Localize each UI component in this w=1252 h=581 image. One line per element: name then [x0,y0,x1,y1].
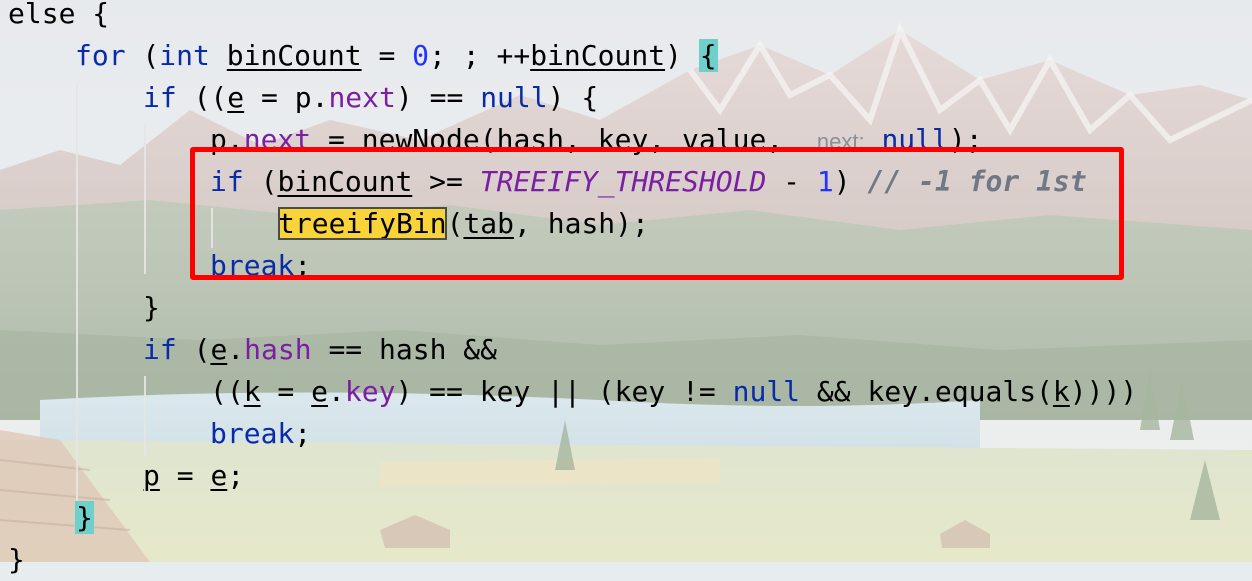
code-token: ) == key || (key != [395,375,733,408]
code-token: ( [446,207,464,240]
code-token: 1 [816,165,834,198]
code-token: e [311,375,329,408]
code-line-if-e-null[interactable]: if ((e = p.next) == null) { [143,77,598,119]
code-token: { [698,39,718,72]
code-token: tab [463,207,515,240]
code-token: == hash && [311,333,498,366]
code-token: } [8,543,25,576]
code-token: null [881,123,949,156]
code-token: ; ; ++ [429,39,531,72]
code-line-if-e-hash[interactable]: if (e.hash == hash && [143,329,497,371]
code-token: . [227,333,245,366]
code-token: ) [833,165,868,198]
code-token: e [210,333,228,366]
code-line-key-equals[interactable]: ((k = e.key) == key || (key != null && k… [210,371,1137,413]
code-line-close-else[interactable]: } [8,539,25,581]
code-token: next: [816,129,865,154]
code-line-break-1[interactable]: break; [210,245,311,287]
code-token: k [243,375,261,408]
code-token: else { [8,0,110,30]
code-token: null [480,81,548,114]
code-token: ( [243,165,278,198]
code-token: p [143,459,160,492]
code-token: = p. [244,81,329,114]
code-token: int [159,39,210,72]
indent-guide [144,376,146,456]
code-line-p-next-newnode[interactable]: p.next = newNode(hash, key, value, next:… [210,119,983,161]
code-token: 0 [412,39,430,72]
code-token: ( [125,39,160,72]
code-token: . [328,375,345,408]
code-token: , hash); [514,207,649,240]
code-token: break [210,249,295,282]
code-token: hash [244,333,312,366]
code-token: - [766,165,817,198]
code-token: )))) [1069,375,1138,408]
code-token: ) == [395,81,481,114]
code-token: e [210,459,228,492]
code-token: (( [176,81,228,114]
code-token: break [210,417,295,450]
code-token: = [159,459,211,492]
code-token: = [361,39,413,72]
code-token: key [344,375,396,408]
code-token: ; [227,459,245,492]
indent-guide [76,82,78,502]
code-line-if-bincount-threshold[interactable]: if (binCount >= TREEIFY_THRESHOLD - 1) /… [210,161,1087,203]
code-token: = [260,375,312,408]
code-token: // -1 for 1st [867,165,1087,198]
code-token: treeifyBin [278,207,447,240]
code-line-p-equals-e[interactable]: p = e; [143,455,244,497]
code-line-break-2[interactable]: break; [210,413,311,455]
code-token: binCount [226,39,362,72]
code-line-for-loop[interactable]: for (int binCount = 0; ; ++binCount) { [75,35,718,77]
code-line-else-open[interactable]: else { [8,0,109,35]
code-token: null [732,375,801,408]
code-token: k [1052,375,1070,408]
indent-guide [144,124,146,274]
code-editor[interactable]: else { for (int binCount = 0; ; ++binCou… [0,0,1252,576]
code-token: (( [210,375,244,408]
code-token: if [210,165,244,198]
indent-guide [211,208,213,248]
code-token: ) [665,39,699,72]
code-token: ( [176,333,211,366]
code-token: if [143,81,177,114]
code-token: binCount [277,165,413,198]
code-token: >= [412,165,480,198]
code-token: } [75,501,94,534]
code-token: ; [294,417,312,450]
code-token: next [328,81,396,114]
code-token: e [227,81,245,114]
code-token: } [143,291,160,324]
code-line-close-for[interactable]: } [75,497,94,539]
code-token: TREEIFY_THRESHOLD [479,165,767,198]
code-token: p. [210,123,244,156]
code-token: = newNode(hash, key, value, [311,123,817,156]
code-token: next [243,123,312,156]
code-token: ; [294,249,312,282]
code-line-treeifybin-call[interactable]: treeifyBin(tab, hash); [278,203,649,245]
code-token: binCount [530,39,666,72]
code-token: ) { [547,81,599,114]
code-token: if [143,333,177,366]
code-token: && key.equals( [800,375,1053,408]
code-token: for [75,39,126,72]
code-line-close-if-1[interactable]: } [143,287,160,329]
code-token: ); [948,123,983,156]
